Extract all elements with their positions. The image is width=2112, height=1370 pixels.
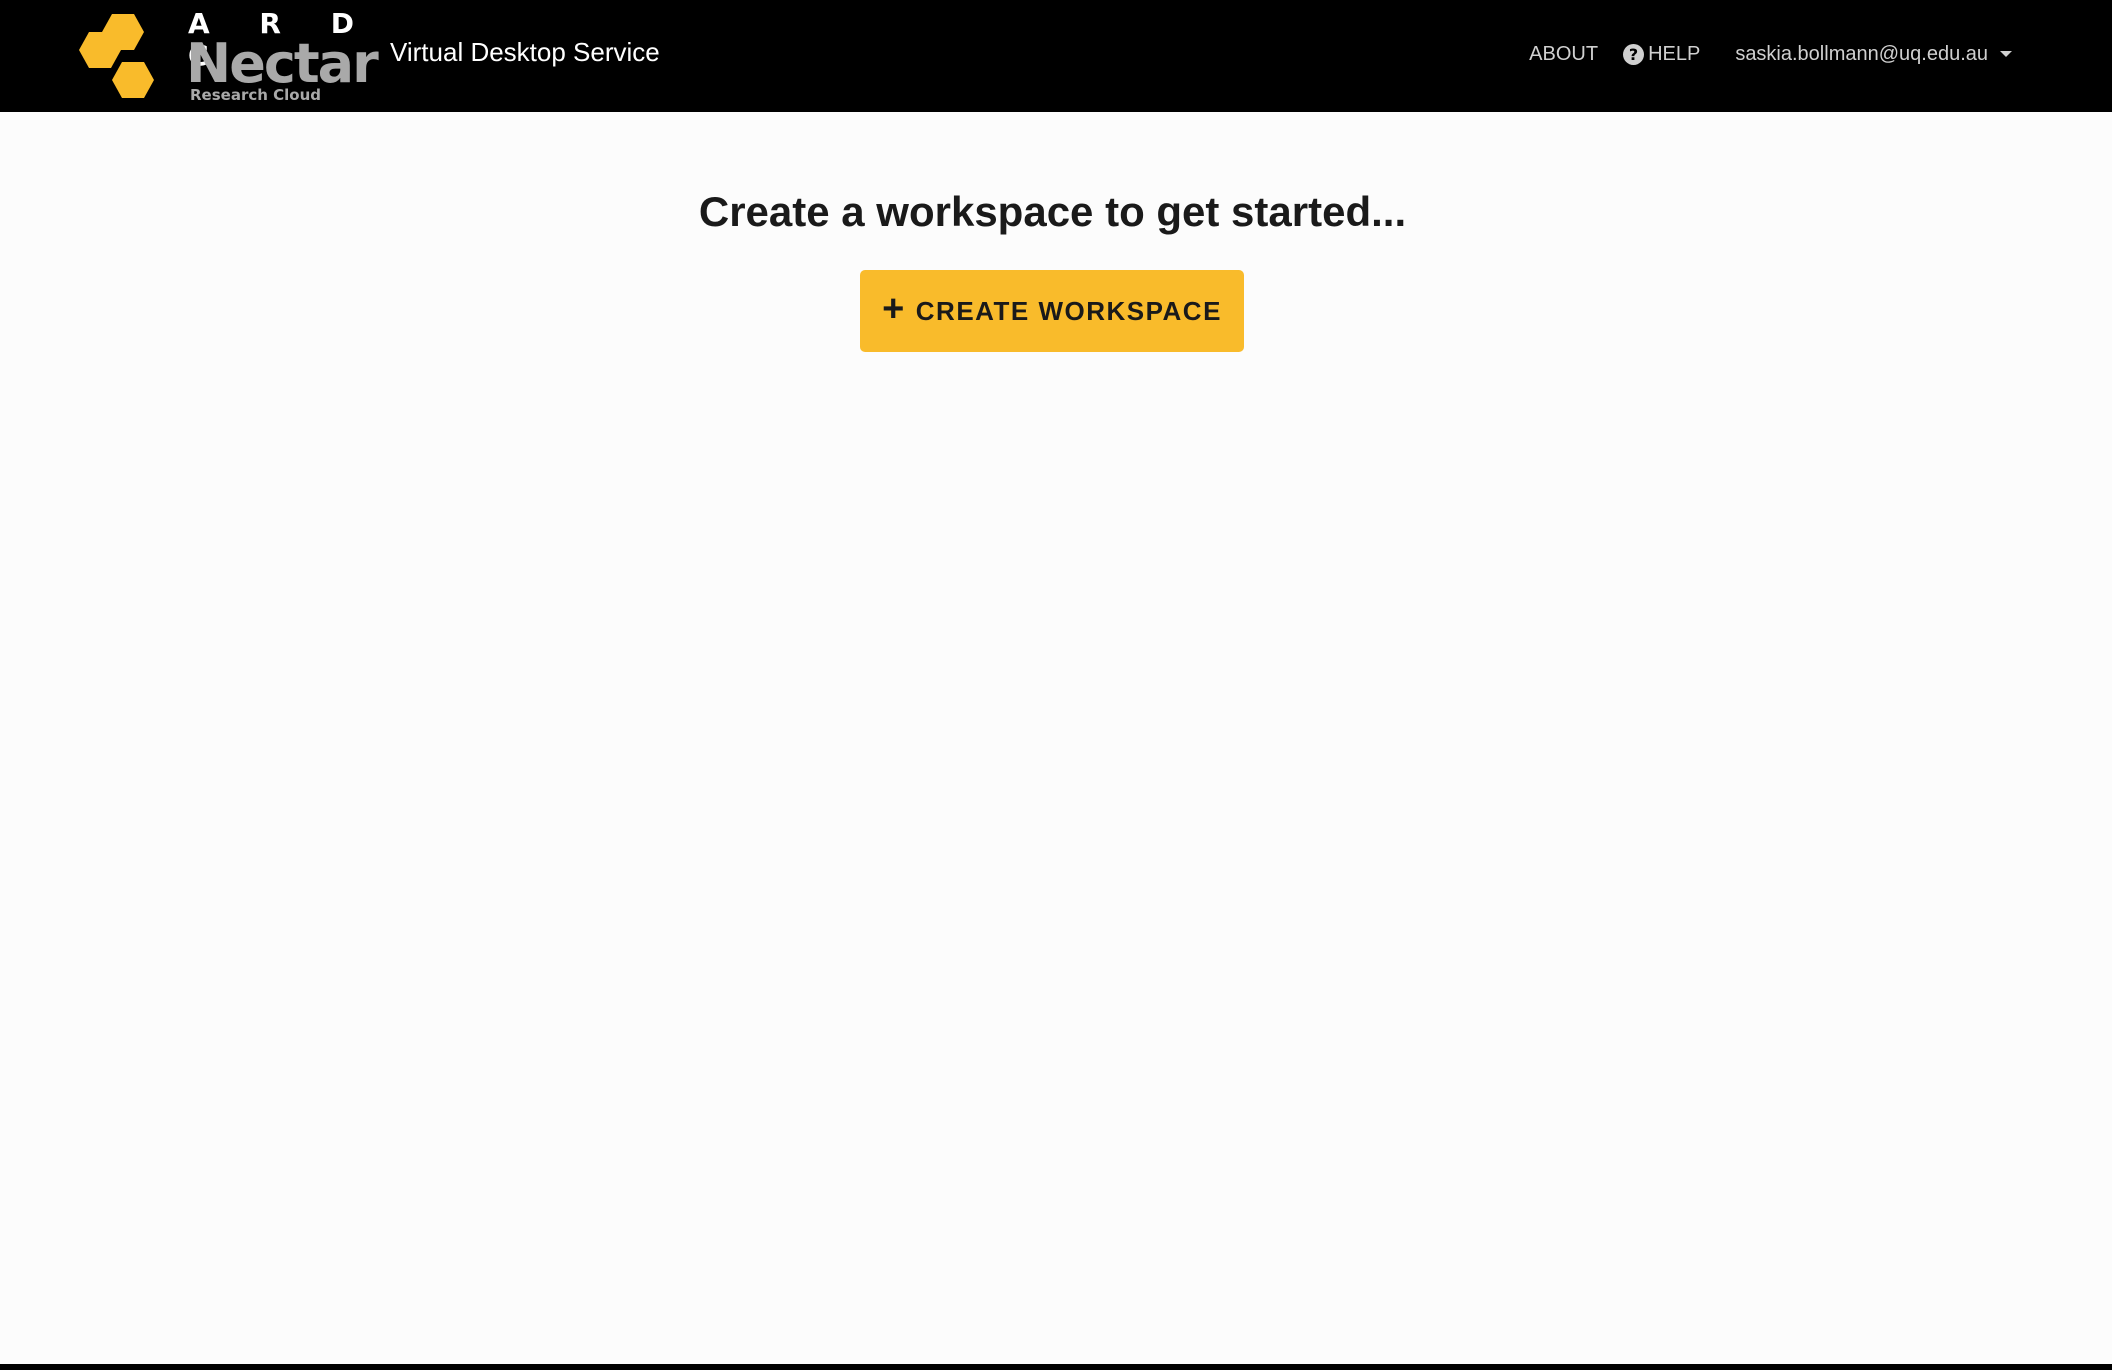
create-workspace-label: CREATE WORKSPACE <box>915 295 1222 326</box>
page-prompt: Create a workspace to get started... <box>698 188 1407 235</box>
service-title[interactable]: Virtual Desktop Service <box>390 36 660 68</box>
nectar-logo[interactable]: A R D C Nectar Research Cloud <box>78 6 379 106</box>
plus-icon: + <box>882 288 906 330</box>
nav-about-label: ABOUT <box>1529 43 1599 65</box>
caret-down-icon <box>2000 51 2012 57</box>
nav-right-menu: ABOUT ? HELP saskia.bollmann@uq.edu.au <box>1529 38 2012 70</box>
question-circle-icon: ? <box>1623 43 1645 65</box>
user-email: saskia.bollmann@uq.edu.au <box>1735 43 1988 65</box>
nav-help-label: HELP <box>1648 43 1701 65</box>
nav-about-link[interactable]: ABOUT <box>1529 38 1598 70</box>
user-menu-dropdown[interactable]: saskia.bollmann@uq.edu.au <box>1735 38 2012 70</box>
create-workspace-button[interactable]: + CREATE WORKSPACE <box>860 270 1244 352</box>
main-content: Create a workspace to get started... + C… <box>0 112 2112 1362</box>
logo-nectar-text: Nectar <box>186 32 379 95</box>
bottom-border <box>0 1364 2112 1370</box>
nav-help-link[interactable]: ? HELP <box>1623 38 1700 70</box>
top-navbar: A R D C Nectar Research Cloud Virtual De… <box>0 0 2112 112</box>
logo-research-cloud-text: Research Cloud <box>190 86 322 104</box>
honeycomb-logo-icon <box>79 14 154 98</box>
